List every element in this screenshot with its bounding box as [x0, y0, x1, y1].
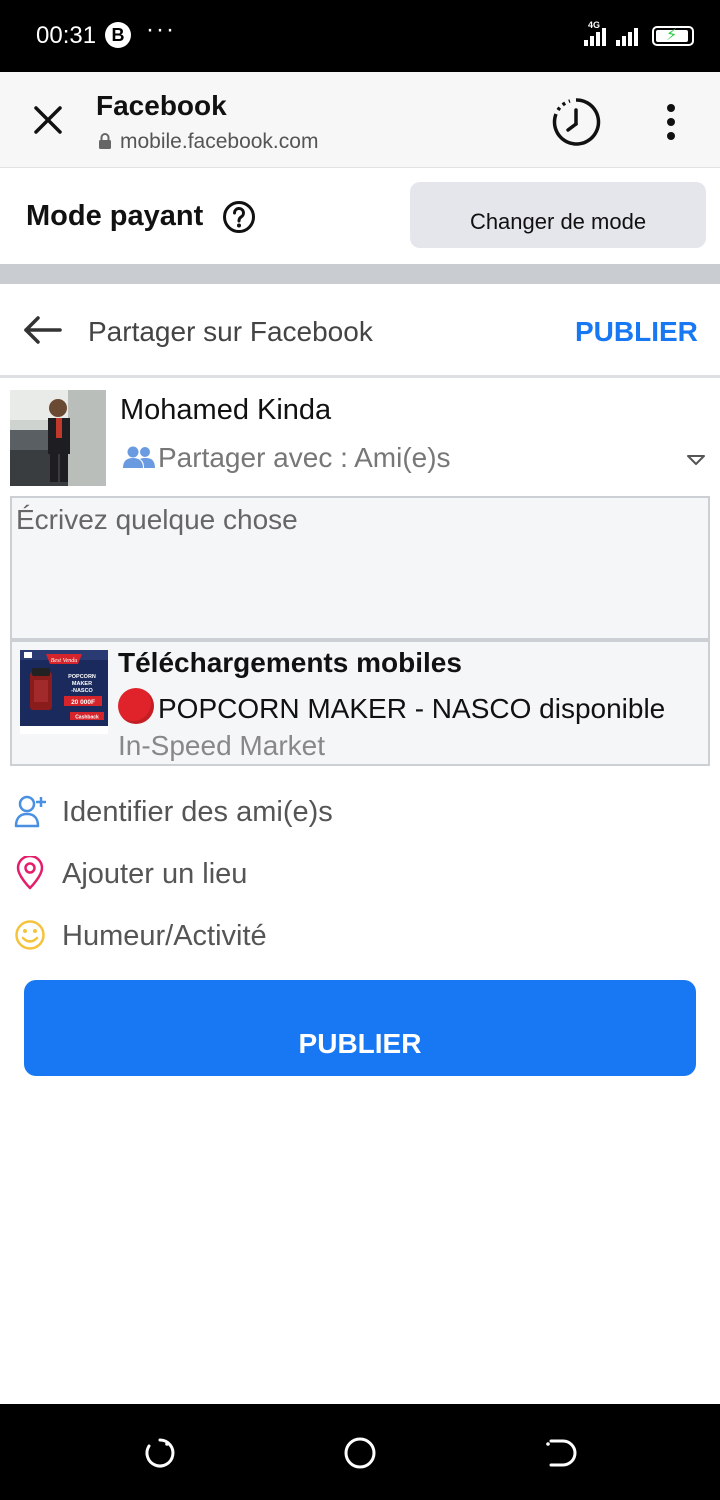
smiley-icon	[15, 920, 45, 950]
link-preview-card[interactable]: Best Vendu POPCORN MAKER -NASCO 20 000F …	[10, 640, 710, 766]
more-vert-icon[interactable]	[656, 102, 686, 142]
link-card-description: POPCORN MAKER - NASCO disponible	[118, 688, 708, 725]
lock-icon	[99, 133, 111, 149]
svg-text:Cashback: Cashback	[75, 715, 99, 721]
status-bar: 00:31 B ··· 4G ⚡	[0, 0, 720, 72]
recent-apps-icon[interactable]	[143, 1436, 177, 1470]
system-nav-bar	[0, 1404, 720, 1500]
option-add-location-label: Ajouter un lieu	[62, 858, 248, 890]
option-mood-activity-label: Humeur/Activité	[62, 920, 267, 952]
link-card-description-text: POPCORN MAKER - NASCO disponible	[158, 693, 666, 724]
share-title: Partager sur Facebook	[88, 316, 373, 347]
status-time: 00:31	[36, 22, 97, 49]
tag-friends-icon	[14, 795, 46, 828]
avatar[interactable]	[10, 390, 106, 486]
close-icon[interactable]	[28, 100, 68, 140]
notification-b-icon: B	[105, 22, 131, 48]
link-thumbnail: Best Vendu POPCORN MAKER -NASCO 20 000F …	[20, 650, 108, 734]
back-arrow-icon[interactable]	[22, 314, 62, 346]
publish-header-button[interactable]: PUBLIER	[575, 316, 698, 348]
signal-icon: 4G	[584, 20, 638, 46]
share-header: Partager sur Facebook PUBLIER	[0, 284, 720, 378]
author-name: Mohamed Kinda	[120, 394, 332, 426]
publish-button[interactable]: PUBLIER	[24, 980, 696, 1076]
browser-title: Facebook	[96, 90, 227, 121]
history-icon[interactable]	[550, 96, 602, 148]
option-mood-activity[interactable]: Humeur/Activité	[14, 912, 704, 962]
author-row: Mohamed Kinda Partager avec : Ami(e)s	[10, 390, 710, 490]
back-nav-icon[interactable]	[543, 1436, 577, 1470]
friends-icon	[123, 446, 155, 468]
battery-icon: ⚡	[652, 26, 694, 46]
svg-text:4G: 4G	[588, 20, 600, 30]
mode-label: Mode payant	[26, 200, 204, 232]
more-notifications-icon: ···	[146, 16, 176, 43]
svg-text:MAKER: MAKER	[72, 681, 92, 687]
svg-text:20 000F: 20 000F	[71, 699, 95, 706]
url-text: mobile.facebook.com	[120, 130, 319, 153]
option-add-location[interactable]: Ajouter un lieu	[14, 850, 704, 900]
option-tag-friends[interactable]: Identifier des ami(e)s	[14, 788, 704, 838]
post-text-area[interactable]: Écrivez quelque chose	[10, 496, 710, 640]
audience-prefix: Partager avec :	[158, 442, 355, 473]
browser-url[interactable]: mobile.facebook.com	[98, 130, 318, 154]
chevron-down-icon[interactable]	[686, 454, 706, 466]
svg-text:Best Vendu: Best Vendu	[51, 658, 78, 664]
home-icon[interactable]	[343, 1436, 377, 1470]
link-card-source: In-Speed Market	[118, 730, 325, 761]
audience-selector[interactable]: Partager avec : Ami(e)s	[122, 442, 451, 474]
browser-toolbar: Facebook mobile.facebook.com	[0, 72, 720, 168]
change-mode-button[interactable]: Changer de mode	[410, 182, 706, 248]
svg-text:POPCORN: POPCORN	[68, 674, 96, 680]
data-mode-bar: Mode payant Changer de mode	[0, 168, 720, 264]
link-card-title: Téléchargements mobiles	[118, 647, 462, 678]
audience-value: Ami(e)s	[354, 442, 451, 473]
section-divider	[0, 264, 720, 284]
option-tag-friends-label: Identifier des ami(e)s	[62, 796, 333, 828]
svg-text:-NASCO: -NASCO	[71, 688, 93, 694]
composer-placeholder: Écrivez quelque chose	[16, 504, 298, 535]
red-circle-icon	[118, 688, 154, 724]
location-pin-icon	[16, 856, 44, 890]
help-icon[interactable]	[222, 200, 256, 234]
